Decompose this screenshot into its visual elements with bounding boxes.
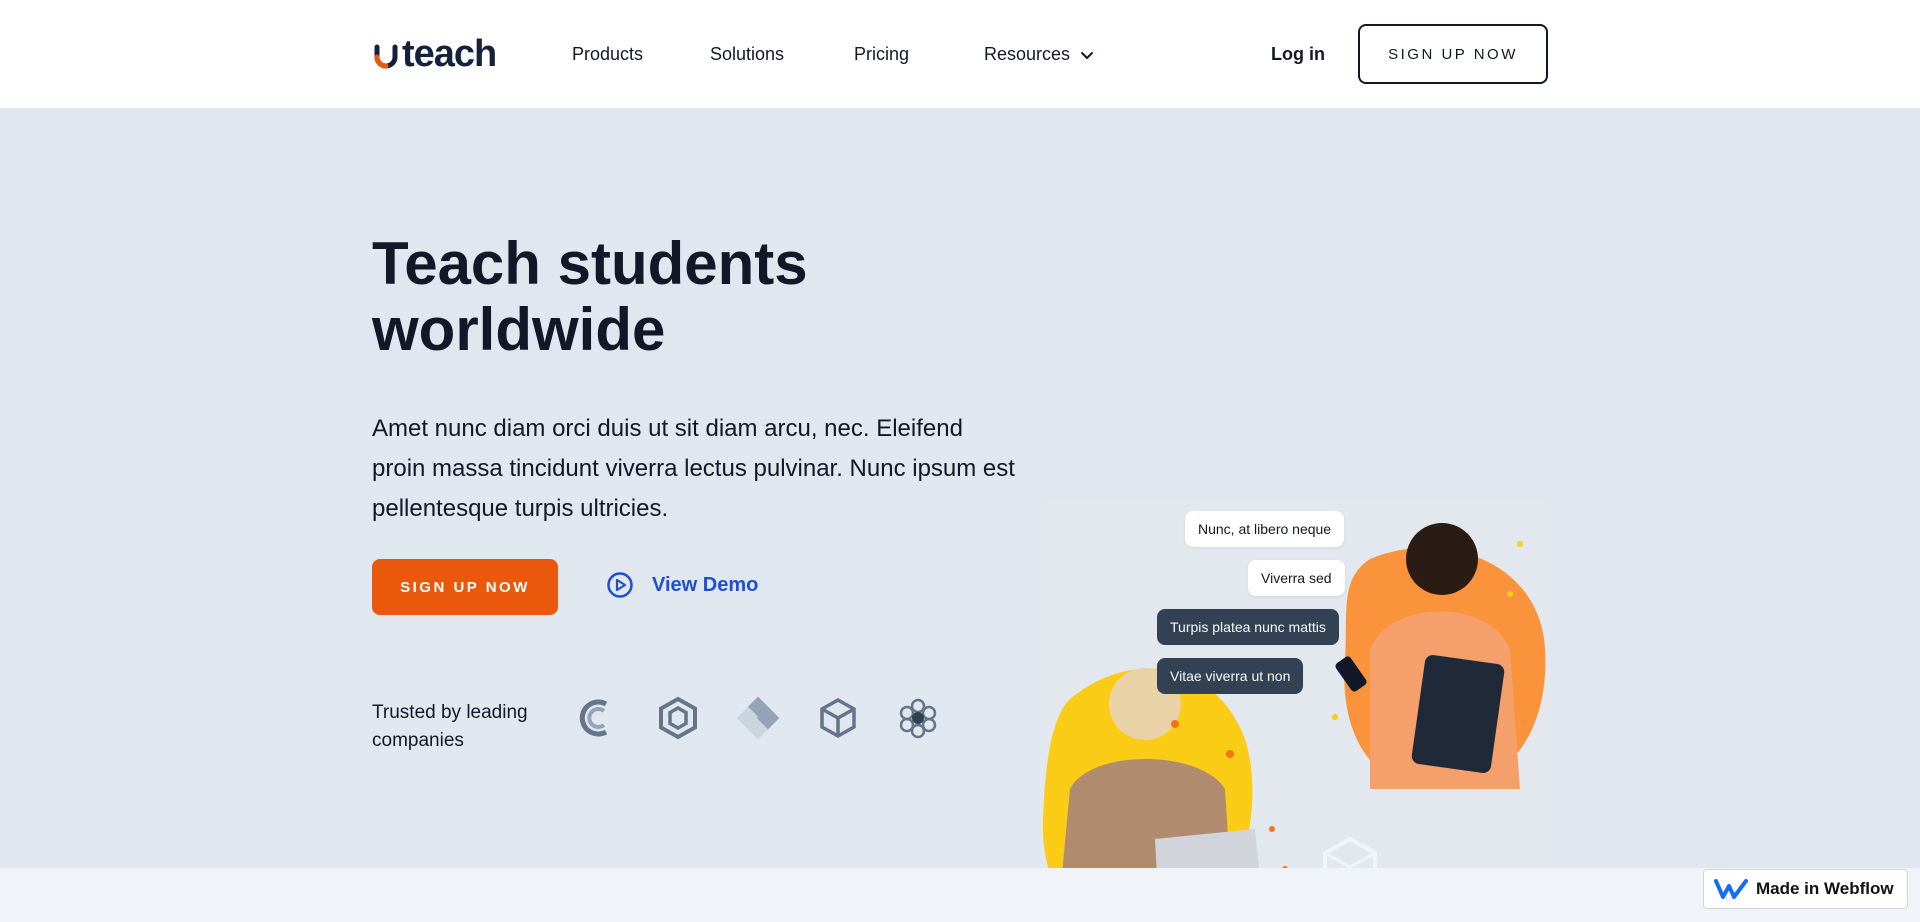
hero-description: Amet nunc diam orci duis ut sit diam arc… — [372, 415, 1015, 522]
logo-mark-icon — [374, 44, 398, 69]
nav-solutions[interactable]: Solutions — [710, 44, 784, 65]
honeycomb-logo-icon — [899, 698, 937, 739]
logo-text: teach — [402, 33, 497, 75]
login-link[interactable]: Log in — [1271, 44, 1325, 65]
trusted-by-label: Trusted by leading companies — [372, 702, 528, 751]
view-demo-link[interactable]: View Demo — [606, 571, 758, 599]
hero-illustration: Nunc, at libero neque Viverra sed Turpis… — [1040, 499, 1550, 922]
chat-bubble-2: Viverra sed — [1248, 560, 1345, 596]
hero-signup-button[interactable]: SIGN UP NOW — [372, 559, 558, 615]
site-header: teach Products Solutions Pricing Resourc… — [0, 0, 1920, 109]
chat-bubble-4: Vitae viverra ut non — [1157, 658, 1304, 694]
cube-logo-icon — [820, 697, 856, 739]
made-in-webflow-badge[interactable]: Made in Webflow — [1703, 869, 1908, 909]
badge-label: Made in Webflow — [1756, 879, 1894, 898]
logo[interactable]: teach — [372, 33, 497, 75]
view-demo-label: View Demo — [652, 573, 759, 596]
hexagon-logo-icon — [659, 696, 697, 740]
nav-products[interactable]: Products — [572, 44, 643, 65]
play-circle-icon — [607, 572, 633, 598]
hero-section: Teach students worldwide Amet nunc diam … — [0, 109, 1920, 922]
diamond-x-logo-icon — [736, 696, 780, 740]
nav-resources-dropdown[interactable]: Resources — [984, 44, 1096, 65]
chat-bubble-1: Nunc, at libero neque — [1185, 511, 1345, 547]
chevron-down-icon — [1081, 51, 1094, 59]
chat-bubble-3: Turpis platea nunc mattis — [1157, 609, 1339, 645]
company-logos — [576, 696, 940, 740]
nav-resources-label: Resources — [984, 44, 1071, 64]
hero-title: Teach students worldwide — [372, 230, 808, 363]
c-logo-icon — [579, 699, 608, 737]
next-section — [0, 868, 1920, 922]
header-signup-button[interactable]: SIGN UP NOW — [1358, 24, 1548, 84]
webflow-icon — [1714, 879, 1748, 899]
nav-pricing[interactable]: Pricing — [854, 44, 909, 65]
